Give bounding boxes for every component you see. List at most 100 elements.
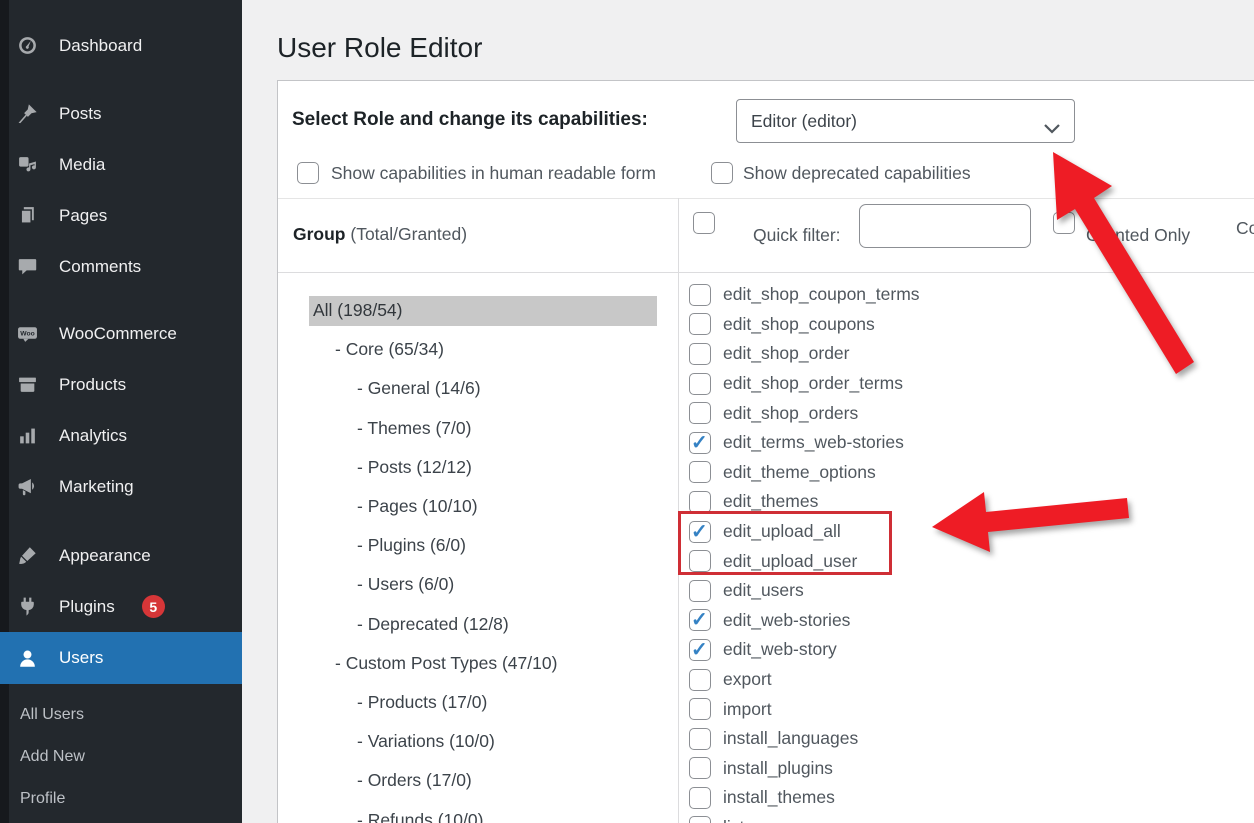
sidebar-item-media[interactable]: Media [0,139,242,190]
group-tree-item-products-17-0[interactable]: - Products (17/0) [309,683,657,722]
pages-icon [17,205,38,226]
filter-header-row: Group (Total/Granted) Quick filter: Gran… [278,198,1254,273]
capability-checkbox[interactable] [689,521,711,543]
capability-row-edit_shop_coupon_terms: edit_shop_coupon_terms [689,280,1249,310]
capability-checkbox[interactable] [689,491,711,513]
capability-row-edit_theme_options: edit_theme_options [689,458,1249,488]
megaphone-icon [17,476,38,497]
sidebar-item-products[interactable]: Products [0,359,242,410]
group-tree-item-general-14-6[interactable]: - General (14/6) [309,369,657,408]
capability-row-edit_upload_user: edit_upload_user [689,546,1249,576]
sidebar-item-analytics[interactable]: Analytics [0,410,242,461]
dashboard-icon [17,35,38,56]
capability-checkbox[interactable] [689,313,711,335]
capability-row-edit_upload_all: edit_upload_all [689,517,1249,547]
sidebar-item-plugins[interactable]: Plugins 5 [0,581,242,632]
sidebar-item-marketing[interactable]: Marketing [0,461,242,512]
sidebar-item-woocommerce[interactable]: Woo WooCommerce [0,308,242,359]
capability-checkbox[interactable] [689,373,711,395]
capability-checkbox[interactable] [689,757,711,779]
update-count-badge: 5 [142,595,165,618]
sidebar-item-pages[interactable]: Pages [0,190,242,241]
select-all-checkbox[interactable] [693,212,715,234]
group-column-header: Group (Total/Granted) [293,224,467,245]
group-tree-item-deprecated-12-8[interactable]: - Deprecated (12/8) [309,605,657,644]
group-tree-item-all-198-54[interactable]: All (198/54) [309,296,657,326]
capability-row-edit_terms_web-stories: edit_terms_web-stories [689,428,1249,458]
box-icon [17,374,38,395]
human-readable-label: Show capabilities in human readable form [331,163,656,184]
group-tree-item-pages-10-10[interactable]: - Pages (10/10) [309,487,657,526]
options-row: Show capabilities in human readable form… [278,162,1254,198]
sidebar-item-comments[interactable]: Comments [0,241,242,292]
sidebar-item-users[interactable]: Users [0,632,242,684]
capability-checkbox[interactable] [689,639,711,661]
group-tree-item-variations-10-0[interactable]: - Variations (10/0) [309,722,657,761]
capability-row-edit_shop_order_terms: edit_shop_order_terms [689,369,1249,399]
capabilities-list: edit_shop_coupon_terms edit_shop_coupons… [689,280,1249,823]
woocommerce-icon: Woo [17,323,38,344]
user-icon [17,648,38,669]
show-deprecated-label: Show deprecated capabilities [743,163,971,184]
granted-only-checkbox[interactable] [1053,212,1075,234]
sidebar-subitem-add-new[interactable]: Add New [0,736,242,778]
capability-row-install_plugins: install_plugins [689,754,1249,784]
capability-checkbox[interactable] [689,461,711,483]
capability-checkbox[interactable] [689,432,711,454]
group-tree: All (198/54) - Core (65/34) - General (1… [309,291,657,823]
sidebar-subitem-all-users[interactable]: All Users [0,694,242,736]
capability-checkbox[interactable] [689,609,711,631]
users-submenu: All Users Add New Profile [0,684,242,820]
group-tree-item-plugins-6-0[interactable]: - Plugins (6/0) [309,526,657,565]
group-tree-item-users-6-0[interactable]: - Users (6/0) [309,565,657,604]
capability-checkbox[interactable] [689,787,711,809]
capability-row-edit_web-story: edit_web-story [689,635,1249,665]
capability-checkbox[interactable] [689,580,711,602]
role-select[interactable]: Editor (editor) [736,99,1075,143]
capability-row-edit_shop_coupons: edit_shop_coupons [689,310,1249,340]
role-select-value: Editor (editor) [751,111,857,132]
group-tree-item-custom-post-types-47-10[interactable]: - Custom Post Types (47/10) [309,644,657,683]
sidebar-subitem-profile[interactable]: Profile [0,778,242,820]
group-tree-item-orders-17-0[interactable]: - Orders (17/0) [309,761,657,800]
bar-chart-icon [17,425,38,446]
capability-checkbox[interactable] [689,728,711,750]
sidebar-item-appearance[interactable]: Appearance [0,530,242,581]
group-tree-item-posts-12-12[interactable]: - Posts (12/12) [309,448,657,487]
capability-row-edit_themes: edit_themes [689,487,1249,517]
columns-label: Co [1236,218,1254,239]
capability-checkbox[interactable] [689,698,711,720]
group-tree-item-core-65-34[interactable]: - Core (65/34) [309,330,657,369]
sidebar-item-dashboard[interactable]: Dashboard [0,20,242,71]
group-tree-item-refunds-10-0[interactable]: - Refunds (10/0) [309,800,657,823]
role-select-row: Select Role and change its capabilities:… [278,81,1254,161]
plugin-icon [17,596,38,617]
capability-checkbox[interactable] [689,816,711,823]
capability-checkbox[interactable] [689,550,711,572]
capability-row-edit_shop_order: edit_shop_order [689,339,1249,369]
user-role-editor-panel: Select Role and change its capabilities:… [277,80,1254,823]
page-title: User Role Editor [277,32,482,64]
media-icon [17,154,38,175]
sidebar-item-posts[interactable]: Posts [0,88,242,139]
select-role-label: Select Role and change its capabilities: [292,109,648,131]
human-readable-checkbox[interactable] [297,162,319,184]
capability-checkbox[interactable] [689,343,711,365]
comment-icon [17,256,38,277]
quick-filter-label: Quick filter: [753,225,841,246]
admin-sidebar: Dashboard Posts Media Pages [0,0,242,823]
capability-checkbox[interactable] [689,669,711,691]
capability-checkbox[interactable] [689,284,711,306]
quick-filter-input[interactable] [859,204,1031,248]
capability-row-edit_users: edit_users [689,576,1249,606]
capability-row-export: export [689,665,1249,695]
show-deprecated-checkbox[interactable] [711,162,733,184]
group-tree-item-themes-7-0[interactable]: - Themes (7/0) [309,409,657,448]
brush-icon [17,545,38,566]
column-divider [678,198,679,823]
svg-text:Woo: Woo [20,330,34,337]
capability-row-list_users: list_users [689,813,1249,823]
content-area: User Role Editor Select Role and change … [242,0,1254,823]
capability-checkbox[interactable] [689,402,711,424]
capability-row-import: import [689,694,1249,724]
